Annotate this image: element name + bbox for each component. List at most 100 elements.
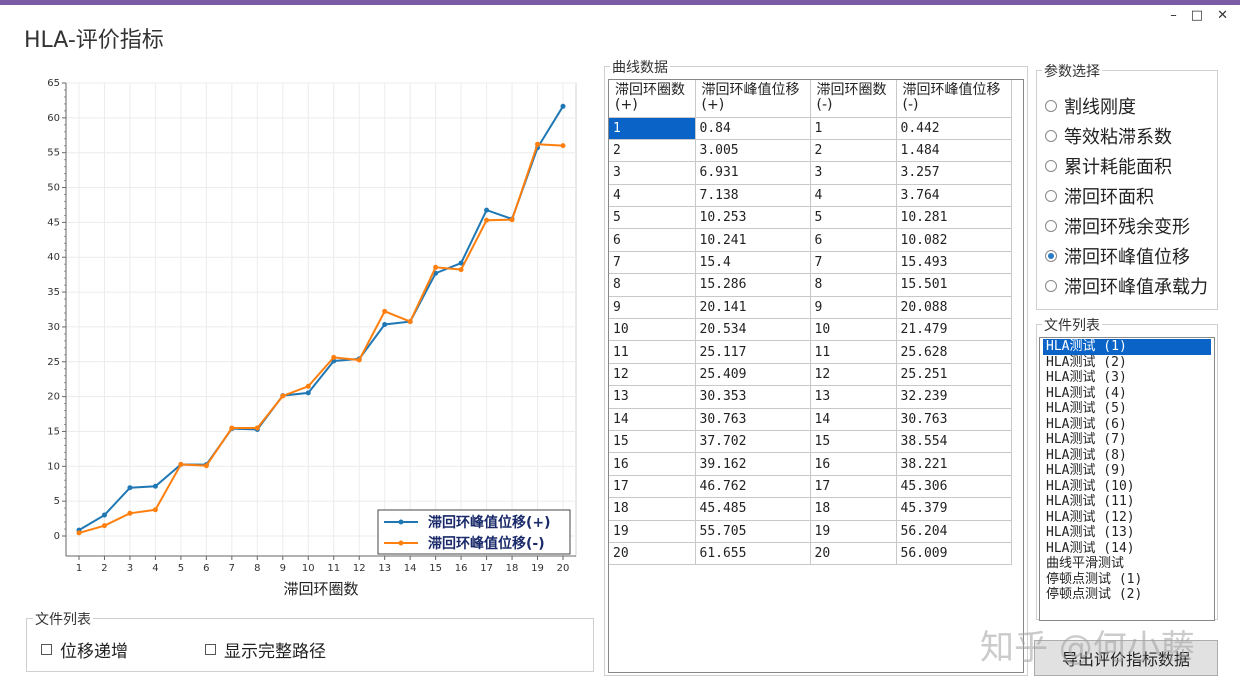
table-row[interactable]: 5 10.253 5 10.281	[609, 206, 1012, 230]
table-row[interactable]: 19 55.705 19 56.204	[609, 520, 1012, 543]
file-list-item[interactable]: HLA测试 (10)	[1043, 479, 1211, 495]
table-row[interactable]: 18 45.485 18 45.379	[609, 497, 1012, 521]
table-cell[interactable]: 45.306	[896, 475, 1012, 499]
table-row[interactable]: 1 0.84 1 0.442	[609, 117, 1012, 140]
table-cell[interactable]: 0.84	[695, 117, 811, 140]
table-cell[interactable]: 20	[609, 542, 696, 566]
table-cell[interactable]: 1	[810, 117, 897, 140]
radio-dot-icon[interactable]	[1045, 250, 1057, 262]
file-list-item[interactable]: 曲线平滑测试	[1043, 556, 1211, 572]
table-cell[interactable]: 61.655	[695, 542, 811, 566]
table-cell[interactable]: 15.493	[896, 251, 1012, 275]
table-cell[interactable]: 21.479	[896, 318, 1012, 342]
radio-dot-icon[interactable]	[1045, 160, 1057, 172]
table-row[interactable]: 2 3.005 2 1.484	[609, 139, 1012, 163]
table-cell[interactable]: 15.4	[695, 251, 811, 275]
table-cell[interactable]: 3.257	[896, 161, 1012, 185]
file-list-item[interactable]: HLA测试 (4)	[1043, 386, 1211, 402]
radio-dot-icon[interactable]	[1045, 130, 1057, 142]
minimize-button[interactable]: –	[1170, 8, 1177, 23]
table-cell[interactable]: 7.138	[695, 184, 811, 208]
table-cell[interactable]: 3.764	[896, 184, 1012, 208]
table-row[interactable]: 7 15.4 7 15.493	[609, 251, 1012, 275]
table-cell[interactable]: 8	[810, 273, 897, 297]
table-cell[interactable]: 14	[810, 408, 897, 431]
table-cell[interactable]: 45.379	[896, 497, 1012, 521]
file-list-item[interactable]: HLA测试 (5)	[1043, 401, 1211, 417]
file-list-item[interactable]: 停顿点测试 (1)	[1043, 572, 1211, 588]
table-cell[interactable]: 6.931	[695, 161, 811, 185]
table-cell[interactable]: 3.005	[695, 139, 811, 163]
table-cell[interactable]: 15.501	[896, 273, 1012, 297]
param-radio-option[interactable]: 滞回环峰值承载力	[1045, 273, 1208, 299]
table-cell[interactable]: 7	[810, 251, 897, 275]
table-cell[interactable]: 1	[609, 117, 696, 140]
file-list-item[interactable]: HLA测试 (9)	[1043, 463, 1211, 479]
radio-dot-icon[interactable]	[1045, 280, 1057, 292]
table-cell[interactable]: 37.702	[695, 430, 811, 454]
table-cell[interactable]: 1.484	[896, 139, 1012, 163]
close-button[interactable]: ✕	[1217, 8, 1228, 23]
table-cell[interactable]: 6	[810, 228, 897, 252]
table-cell[interactable]: 25.628	[896, 340, 1012, 364]
table-cell[interactable]: 10.082	[896, 228, 1012, 252]
table-cell[interactable]: 3	[609, 161, 696, 185]
file-list-item[interactable]: 停顿点测试 (2)	[1043, 587, 1211, 603]
table-row[interactable]: 8 15.286 8 15.501	[609, 273, 1012, 297]
table-row[interactable]: 4 7.138 4 3.764	[609, 184, 1012, 208]
table-cell[interactable]: 10.253	[695, 206, 811, 230]
table-cell[interactable]: 0.442	[896, 117, 1012, 140]
table-cell[interactable]: 6	[609, 228, 696, 252]
table-cell[interactable]: 9	[609, 296, 696, 320]
table-row[interactable]: 17 46.762 17 45.306	[609, 475, 1012, 499]
table-row[interactable]: 13 30.353 13 32.239	[609, 385, 1012, 409]
file-listbox[interactable]: HLA测试 (1) HLA测试 (2) HLA测试 (3) HLA测试 (4) HLA测…	[1039, 337, 1215, 621]
param-radio-option[interactable]: 割线刚度	[1045, 93, 1136, 119]
table-cell[interactable]: 19	[810, 520, 897, 543]
table-cell[interactable]: 55.705	[695, 520, 811, 543]
table-cell[interactable]: 4	[810, 184, 897, 208]
table-cell[interactable]: 10	[810, 318, 897, 342]
table-cell[interactable]: 11	[810, 340, 897, 364]
table-cell[interactable]: 17	[810, 475, 897, 499]
param-radio-option[interactable]: 滞回环峰值位移	[1045, 243, 1190, 269]
checkbox-box[interactable]	[41, 644, 52, 655]
table-cell[interactable]: 11	[609, 340, 696, 364]
table-cell[interactable]: 3	[810, 161, 897, 185]
table-cell[interactable]: 25.251	[896, 363, 1012, 387]
table-cell[interactable]: 9	[810, 296, 897, 320]
table-cell[interactable]: 18	[810, 497, 897, 521]
table-row[interactable]: 14 30.763 14 30.763	[609, 408, 1012, 431]
table-cell[interactable]: 2	[609, 139, 696, 163]
table-cell[interactable]: 20	[810, 542, 897, 566]
param-radio-option[interactable]: 滞回环面积	[1045, 183, 1154, 209]
table-row[interactable]: 15 37.702 15 38.554	[609, 430, 1012, 454]
table-cell[interactable]: 18	[609, 497, 696, 521]
column-header[interactable]: 滞回环峰值位移(-)	[896, 80, 1012, 118]
table-cell[interactable]: 15	[810, 430, 897, 454]
table-cell[interactable]: 20.534	[695, 318, 811, 342]
table-row[interactable]: 16 39.162 16 38.221	[609, 452, 1012, 476]
column-header[interactable]: 滞回环圈数(-)	[810, 80, 897, 118]
table-cell[interactable]: 10.281	[896, 206, 1012, 230]
table-cell[interactable]: 46.762	[695, 475, 811, 499]
file-list-item[interactable]: HLA测试 (12)	[1043, 510, 1211, 526]
column-header[interactable]: 滞回环圈数(+)	[609, 80, 696, 118]
table-cell[interactable]: 38.554	[896, 430, 1012, 454]
table-row[interactable]: 3 6.931 3 3.257	[609, 161, 1012, 185]
table-cell[interactable]: 4	[609, 184, 696, 208]
table-cell[interactable]: 8	[609, 273, 696, 297]
table-cell[interactable]: 56.204	[896, 520, 1012, 543]
checkbox-box[interactable]	[205, 644, 216, 655]
displacement-increase-checkbox[interactable]: 位移递增	[41, 637, 128, 662]
file-list-item[interactable]: HLA测试 (14)	[1043, 541, 1211, 557]
table-row[interactable]: 20 61.655 20 56.009	[609, 542, 1012, 566]
table-cell[interactable]: 20.141	[695, 296, 811, 320]
radio-dot-icon[interactable]	[1045, 190, 1057, 202]
column-header[interactable]: 滞回环峰值位移(+)	[695, 80, 811, 118]
table-cell[interactable]: 30.763	[896, 408, 1012, 431]
file-list-item[interactable]: HLA测试 (3)	[1043, 370, 1211, 386]
table-cell[interactable]: 10	[609, 318, 696, 342]
show-full-path-checkbox[interactable]: 显示完整路径	[205, 637, 326, 662]
table-cell[interactable]: 30.763	[695, 408, 811, 431]
